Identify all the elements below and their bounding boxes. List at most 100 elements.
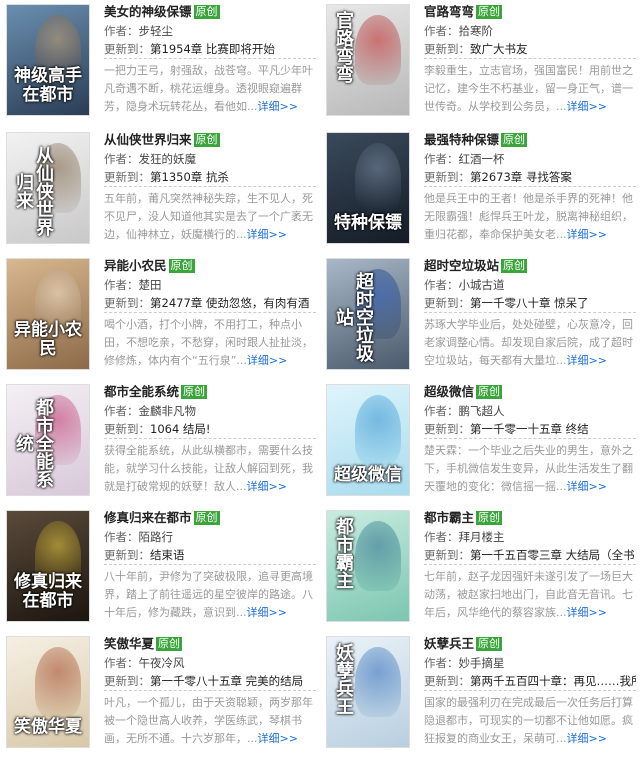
- details-link[interactable]: 详细>>: [567, 100, 607, 113]
- latest-chapter-link[interactable]: 致广大书友: [470, 42, 528, 56]
- book-title-link[interactable]: 修真归来在都市: [104, 510, 192, 525]
- latest-chapter-link[interactable]: 第1954章 比赛即将开始: [150, 42, 275, 56]
- original-badge: 原创: [193, 133, 220, 147]
- updated-label: 更新到：: [104, 674, 150, 688]
- details-link[interactable]: 详细>>: [258, 100, 298, 113]
- update-row: 更新到：第一千零一十五章 终结: [424, 420, 636, 438]
- author-row: 作者：午夜冷风: [104, 654, 316, 672]
- cover-title-text: 从仙侠世界归来: [13, 146, 54, 236]
- book-cover-image[interactable]: 都市霸主: [326, 510, 410, 622]
- author-label: 作者：: [424, 530, 459, 544]
- updated-label: 更新到：: [424, 548, 470, 562]
- author-label: 作者：: [424, 24, 459, 38]
- latest-chapter-link[interactable]: 第一千五百零三章 大结局（全书: [470, 548, 635, 562]
- cover-figure: [355, 647, 401, 717]
- details-link[interactable]: 详细>>: [247, 354, 287, 367]
- details-link[interactable]: 详细>>: [247, 606, 287, 619]
- book-title-link[interactable]: 超时空垃圾站: [424, 258, 499, 273]
- updated-label: 更新到：: [104, 170, 150, 184]
- author-row: 作者：陌路行: [104, 528, 316, 546]
- title-row: 修真归来在都市 原创: [104, 508, 316, 528]
- author-label: 作者：: [424, 404, 459, 418]
- book-info: 最强特种保镖 原创 作者：红酒一杯 更新到：第2673章 寻找答案: [424, 130, 636, 186]
- book-description: 苏琢大学毕业后，处处碰壁，心灰意冷，回老家调整心情。却发现自家后院，成了超时空垃…: [424, 316, 636, 370]
- book-card: 修真归来在都市 修真归来在都市 原创 作者：陌路行 更新到：结束语 八十年前，尹修为了突破…: [0, 506, 320, 632]
- author-label: 作者：: [104, 530, 139, 544]
- book-cover-image[interactable]: 从仙侠世界归来: [6, 132, 90, 244]
- cover-title-text: 超时空垃圾站: [333, 272, 374, 362]
- book-cover-image[interactable]: 都市全能系统: [6, 384, 90, 496]
- book-description: 叶凡，一个孤儿，由于天资聪颖，两岁那年被一个隐世高人收养，学医练武，琴棋书画，无…: [104, 694, 316, 748]
- dashed-divider: [104, 438, 316, 439]
- book-grid: 神级高手在都市 美女的神级保镖 原创 作者：步轻尘 更新到：第1954章 比赛即将开始一…: [0, 0, 640, 760]
- book-title-link[interactable]: 都市全能系统: [104, 384, 179, 399]
- title-row: 都市全能系统 原创: [104, 382, 316, 402]
- details-link[interactable]: 详细>>: [258, 732, 298, 745]
- cover-title-text: 修真归来在都市: [14, 572, 82, 611]
- details-link[interactable]: 详细>>: [247, 480, 287, 493]
- original-badge: 原创: [476, 511, 503, 525]
- author-label: 作者：: [424, 152, 459, 166]
- book-title-link[interactable]: 从仙侠世界归来: [104, 132, 192, 147]
- author-name: 发狂的妖魔: [138, 152, 197, 166]
- latest-chapter-link[interactable]: 结束语: [150, 548, 185, 562]
- book-info: 官路弯弯 原创 作者：拾寒阶 更新到：致广大书友: [424, 2, 636, 58]
- details-link[interactable]: 详细>>: [567, 732, 607, 745]
- book-card: 神级高手在都市 美女的神级保镖 原创 作者：步轻尘 更新到：第1954章 比赛即将开始一…: [0, 0, 320, 126]
- latest-chapter-link[interactable]: 第一千零八十章 惊呆了: [470, 296, 589, 310]
- book-cover-image[interactable]: 特种保镖: [326, 132, 410, 244]
- details-link[interactable]: 详细>>: [247, 228, 287, 241]
- book-card: 超级微信 超级微信 原创 作者：鹏飞超人 更新到：第一千零一十五章 终结 楚天霖：一个毕业…: [320, 380, 640, 506]
- dashed-divider: [424, 312, 636, 313]
- book-cover-image[interactable]: 超级微信: [326, 384, 410, 496]
- book-info: 异能小农民 原创 作者：楚田 更新到：第2477章 使劲忽悠，有肉有酒: [104, 256, 316, 312]
- latest-chapter-link[interactable]: 第2477章 使劲忽悠，有肉有酒: [150, 296, 309, 310]
- details-link[interactable]: 详细>>: [567, 606, 607, 619]
- book-cover-image[interactable]: 修真归来在都市: [6, 510, 90, 622]
- details-link[interactable]: 详细>>: [567, 228, 607, 241]
- latest-chapter-link[interactable]: 第1350章 抗杀: [150, 170, 229, 184]
- book-cover-image[interactable]: 神级高手在都市: [6, 4, 90, 116]
- book-cover-image[interactable]: 笑傲华夏: [6, 636, 90, 748]
- book-card: 妖孽兵王 妖孽兵王 原创 作者：妙手摘星 更新到：第两千五百四十章：再见……我所 国家的最…: [320, 632, 640, 758]
- book-title-link[interactable]: 美女的神级保镖: [104, 4, 192, 19]
- book-description: 喝个小酒，打个小牌，不用打工，种点小田，不想吃亲，不愁穿，闲时跟人扯扯淡，修修炼…: [104, 316, 316, 370]
- latest-chapter-link[interactable]: 第一千零八十五章 完美的结局: [150, 674, 303, 688]
- latest-chapter-link[interactable]: 1064 结局!: [150, 422, 211, 436]
- author-label: 作者：: [424, 278, 459, 292]
- book-info: 都市霸主 原创 作者：拜月楼主 更新到：第一千五百零三章 大结局（全书: [424, 508, 636, 564]
- cover-figure: [355, 521, 401, 591]
- book-title-link[interactable]: 超级微信: [424, 384, 474, 399]
- dashed-divider: [104, 58, 316, 59]
- book-title-link[interactable]: 最强特种保镖: [424, 132, 499, 147]
- book-info: 修真归来在都市 原创 作者：陌路行 更新到：结束语: [104, 508, 316, 564]
- author-name: 鹏飞超人: [458, 404, 505, 418]
- latest-chapter-link[interactable]: 第2673章 寻找答案: [470, 170, 572, 184]
- cover-figure: [355, 15, 401, 85]
- book-cover-image[interactable]: 官路弯弯: [326, 4, 410, 116]
- book-title-link[interactable]: 笑傲华夏: [104, 636, 154, 651]
- update-row: 更新到：第一千五百零三章 大结局（全书: [424, 546, 636, 564]
- book-description: 国家的最强利刃在完成最后一次任务后打算隐退都市，可现实的一切都不让他如愿。疯狂报…: [424, 694, 636, 748]
- book-title-link[interactable]: 异能小农民: [104, 258, 167, 273]
- latest-chapter-link[interactable]: 第两千五百四十章：再见……我所: [470, 674, 636, 688]
- latest-chapter-link[interactable]: 第一千零一十五章 终结: [470, 422, 589, 436]
- book-description: 一把力王弓，射强敌，战苍穹。平凡少年叶凡奇遇不断，桃花运缠身。透视眼窥遍群芳，隐…: [104, 62, 316, 116]
- cover-figure: [355, 143, 401, 213]
- book-title-link[interactable]: 都市霸主: [424, 510, 474, 525]
- cover-title-text: 超级微信: [334, 465, 402, 485]
- book-title-link[interactable]: 官路弯弯: [424, 4, 474, 19]
- author-label: 作者：: [104, 656, 139, 670]
- book-info: 从仙侠世界归来 原创 作者：发狂的妖魔 更新到：第1350章 抗杀: [104, 130, 316, 186]
- book-info: 超时空垃圾站 原创 作者：小城古道 更新到：第一千零八十章 惊呆了: [424, 256, 636, 312]
- updated-label: 更新到：: [104, 296, 150, 310]
- update-row: 更新到：第2673章 寻找答案: [424, 168, 636, 186]
- book-cover-image[interactable]: 异能小农民: [6, 258, 90, 370]
- dashed-divider: [424, 564, 636, 565]
- details-link[interactable]: 详细>>: [567, 480, 607, 493]
- author-name: 拾寒阶: [458, 24, 494, 38]
- book-cover-image[interactable]: 妖孽兵王: [326, 636, 410, 748]
- book-cover-image[interactable]: 超时空垃圾站: [326, 258, 410, 370]
- book-title-link[interactable]: 妖孽兵王: [424, 636, 474, 651]
- details-link[interactable]: 详细>>: [567, 354, 607, 367]
